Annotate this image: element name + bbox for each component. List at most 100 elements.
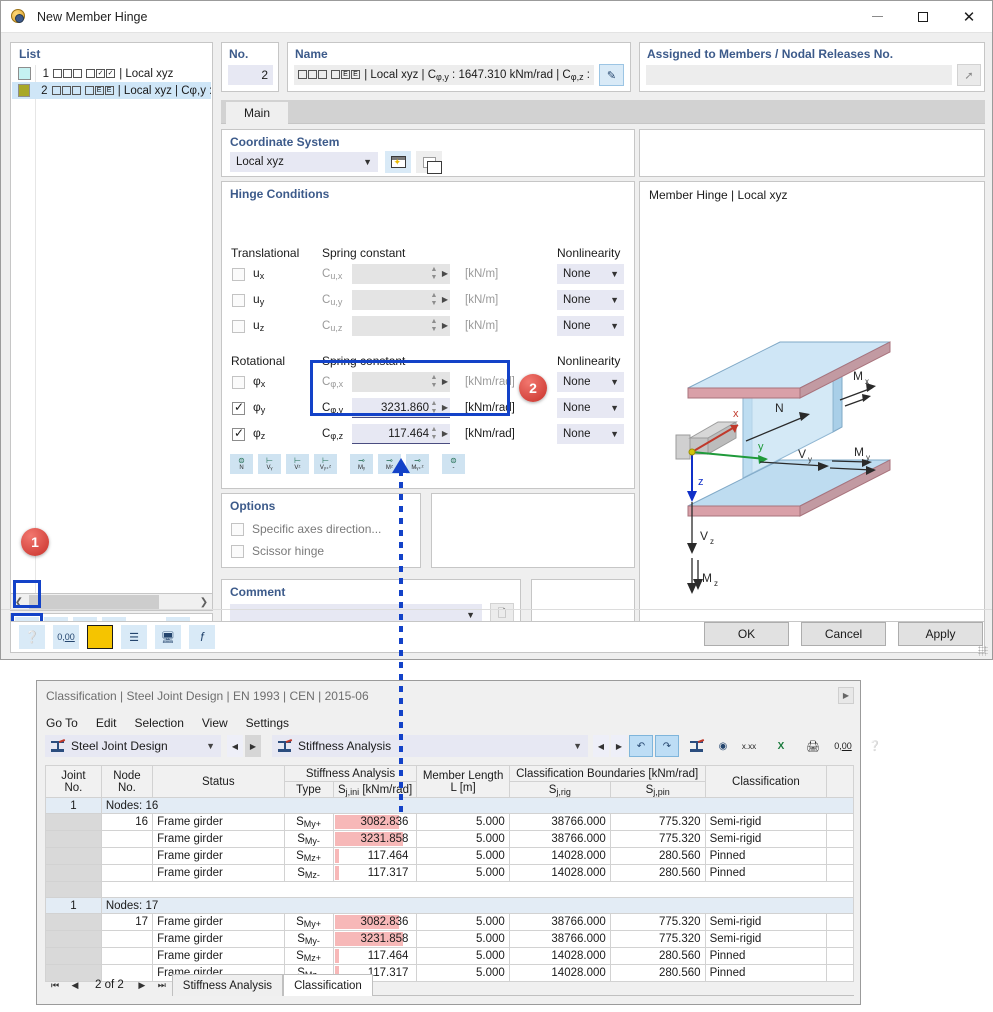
- previous-module-button[interactable]: ◀: [227, 735, 243, 757]
- table-row[interactable]: 16 Frame girder SMy+ 3082.836 5.000 3876…: [45, 813, 854, 831]
- expand-arrow-icon[interactable]: ▶: [442, 429, 448, 438]
- nonlinearity-select-uy[interactable]: None ▼: [557, 290, 624, 310]
- formula-button[interactable]: f: [189, 625, 215, 649]
- spinner-arrows-icon[interactable]: ▲ ▼: [430, 426, 438, 442]
- nonlinearity-select-phiy[interactable]: None ▼: [557, 398, 624, 418]
- table-row[interactable]: 17 Frame girder SMy+ 3082.836 5.000 3876…: [45, 913, 854, 931]
- checkbox-scissor-hinge[interactable]: [231, 544, 244, 558]
- list-item[interactable]: 1 ✓ ✓ | Local xyz: [12, 65, 211, 82]
- name-label: Name: [295, 47, 328, 61]
- table-row[interactable]: Frame girder SMz- 117.317 5.000 14028.00…: [45, 864, 854, 882]
- checkbox-phix[interactable]: [232, 376, 245, 389]
- name-input[interactable]: EE | Local xyz | Cφ,y : 1647.310 kNm/rad…: [294, 65, 594, 85]
- menu-settings[interactable]: Settings: [246, 716, 289, 730]
- minimize-button[interactable]: [854, 1, 900, 33]
- table-group-row[interactable]: 1 Nodes: 17: [45, 897, 855, 914]
- nonlinearity-select-phiz[interactable]: None ▼: [557, 424, 624, 444]
- scroll-right-icon[interactable]: ❯: [196, 597, 212, 608]
- next-module-button[interactable]: ▶: [245, 735, 261, 757]
- view-button[interactable]: 🖥: [155, 625, 181, 649]
- preset-vz-button[interactable]: ⊢ Vᶻ: [286, 454, 309, 474]
- preset-n-button[interactable]: ⊜ N: [230, 454, 253, 474]
- checkbox-ux[interactable]: [232, 268, 245, 281]
- undo-button[interactable]: ↶: [629, 735, 653, 757]
- color-button[interactable]: [87, 625, 113, 649]
- resize-grip[interactable]: [978, 646, 988, 656]
- spinner-arrows-icon[interactable]: ▲ ▼: [430, 266, 438, 282]
- tab-main[interactable]: Main: [226, 102, 288, 124]
- previous-table-button[interactable]: ◀: [593, 735, 609, 757]
- apply-button[interactable]: Apply: [898, 622, 983, 646]
- previous-page-icon[interactable]: ◀: [65, 980, 85, 991]
- assigned-input[interactable]: [646, 65, 952, 85]
- spring-input-cphiz[interactable]: 117.464 ▲ ▼ ▶: [352, 424, 450, 444]
- table-row[interactable]: Frame girder SMz+ 117.464 5.000 14028.00…: [45, 847, 854, 865]
- expand-arrow-icon[interactable]: ▶: [442, 295, 448, 304]
- edit-coordinate-system-button[interactable]: [416, 151, 442, 174]
- display-properties-button[interactable]: ☰: [121, 625, 147, 649]
- ok-button[interactable]: OK: [704, 622, 789, 646]
- svg-text:V: V: [798, 447, 806, 461]
- scrollbar-thumb[interactable]: [29, 595, 159, 609]
- menu-selection[interactable]: Selection: [135, 716, 184, 730]
- spring-input-cux[interactable]: ▲ ▼ ▶: [352, 264, 450, 284]
- nonlinearity-select-phix[interactable]: None ▼: [557, 372, 624, 392]
- nonlinearity-select-ux[interactable]: None ▼: [557, 264, 624, 284]
- menu-view[interactable]: View: [202, 716, 228, 730]
- analysis-table-select[interactable]: Stiffness Analysis ▼: [272, 735, 588, 757]
- next-page-icon[interactable]: ▶: [132, 980, 152, 991]
- first-page-icon[interactable]: ⏮: [45, 980, 65, 991]
- show-beam-button[interactable]: [685, 735, 709, 757]
- cancel-button[interactable]: Cancel: [801, 622, 886, 646]
- checkbox-phiz[interactable]: [232, 426, 245, 441]
- expand-arrow-icon[interactable]: ▶: [442, 269, 448, 278]
- cell-sjpin: 280.560: [609, 864, 706, 882]
- table-row[interactable]: Frame girder SMy- 3231.858 5.000 38766.0…: [45, 930, 854, 948]
- table-row[interactable]: Frame girder SMz+ 117.464 5.000 14028.00…: [45, 947, 854, 965]
- units-button[interactable]: 0,00: [53, 625, 79, 649]
- table-group-row[interactable]: 1 Nodes: 16: [45, 797, 855, 814]
- last-page-icon[interactable]: ⏭: [152, 980, 172, 991]
- spinner-arrows-icon[interactable]: ▲ ▼: [430, 292, 438, 308]
- preset-none-button[interactable]: ⊜ -: [442, 454, 465, 474]
- menu-go-to[interactable]: Go To: [46, 716, 78, 730]
- next-table-button[interactable]: ▶: [611, 735, 627, 757]
- expand-arrow-icon[interactable]: ▶: [442, 321, 448, 330]
- beam-icon: [50, 738, 66, 753]
- preset-vy-button[interactable]: ⊢ Vᵧ: [258, 454, 281, 474]
- units-button[interactable]: 0,00: [831, 735, 855, 757]
- help-button[interactable]: ❔: [863, 735, 887, 757]
- spinner-arrows-icon[interactable]: ▲ ▼: [430, 318, 438, 334]
- checkbox-phiy[interactable]: [232, 400, 245, 415]
- preset-vyvz-button[interactable]: ⊢ Vᵧ₊ᶻ: [314, 454, 337, 474]
- maximize-button[interactable]: [900, 1, 946, 33]
- option-scissor-hinge[interactable]: Scissor hinge: [231, 544, 324, 558]
- spring-input-cuy[interactable]: ▲ ▼ ▶: [352, 290, 450, 310]
- nonlinearity-select-uz[interactable]: None ▼: [557, 316, 624, 336]
- redo-button[interactable]: ↷: [655, 735, 679, 757]
- pick-members-button[interactable]: ➚: [957, 64, 981, 86]
- preset-my-button[interactable]: ⊸ Mᵧ: [350, 454, 373, 474]
- option-specific-axes-direction[interactable]: Specific axes direction...: [231, 522, 381, 536]
- tab-stiffness-analysis[interactable]: Stiffness Analysis: [171, 974, 284, 996]
- coordinate-system-select[interactable]: Local xyz ▼: [230, 152, 378, 172]
- edit-name-button[interactable]: ✎: [599, 64, 624, 86]
- expand-panel-button[interactable]: ▶: [838, 687, 854, 704]
- list-item[interactable]: 2 EE | Local xyz | Cφ,y : 1: [12, 82, 211, 99]
- help-button[interactable]: ❔: [19, 625, 45, 649]
- close-button[interactable]: ✕: [946, 1, 992, 33]
- print-button[interactable]: 🖨: [801, 735, 825, 757]
- menu-edit[interactable]: Edit: [96, 716, 117, 730]
- new-coordinate-system-button[interactable]: ✦: [385, 151, 411, 173]
- number-input[interactable]: 2: [228, 65, 273, 85]
- spring-input-cuz[interactable]: ▲ ▼ ▶: [352, 316, 450, 336]
- design-module-select[interactable]: Steel Joint Design ▼: [45, 735, 221, 757]
- tab-classification[interactable]: Classification: [283, 974, 373, 996]
- checkbox-uz[interactable]: [232, 320, 245, 333]
- excel-export-button[interactable]: X: [769, 735, 793, 757]
- decimals-button[interactable]: x.xx: [737, 735, 761, 757]
- checkbox-uy[interactable]: [232, 294, 245, 307]
- show-loads-button[interactable]: ◉: [711, 735, 735, 757]
- checkbox-specific-axes[interactable]: [231, 522, 244, 536]
- table-row[interactable]: Frame girder SMy- 3231.858 5.000 38766.0…: [45, 830, 854, 848]
